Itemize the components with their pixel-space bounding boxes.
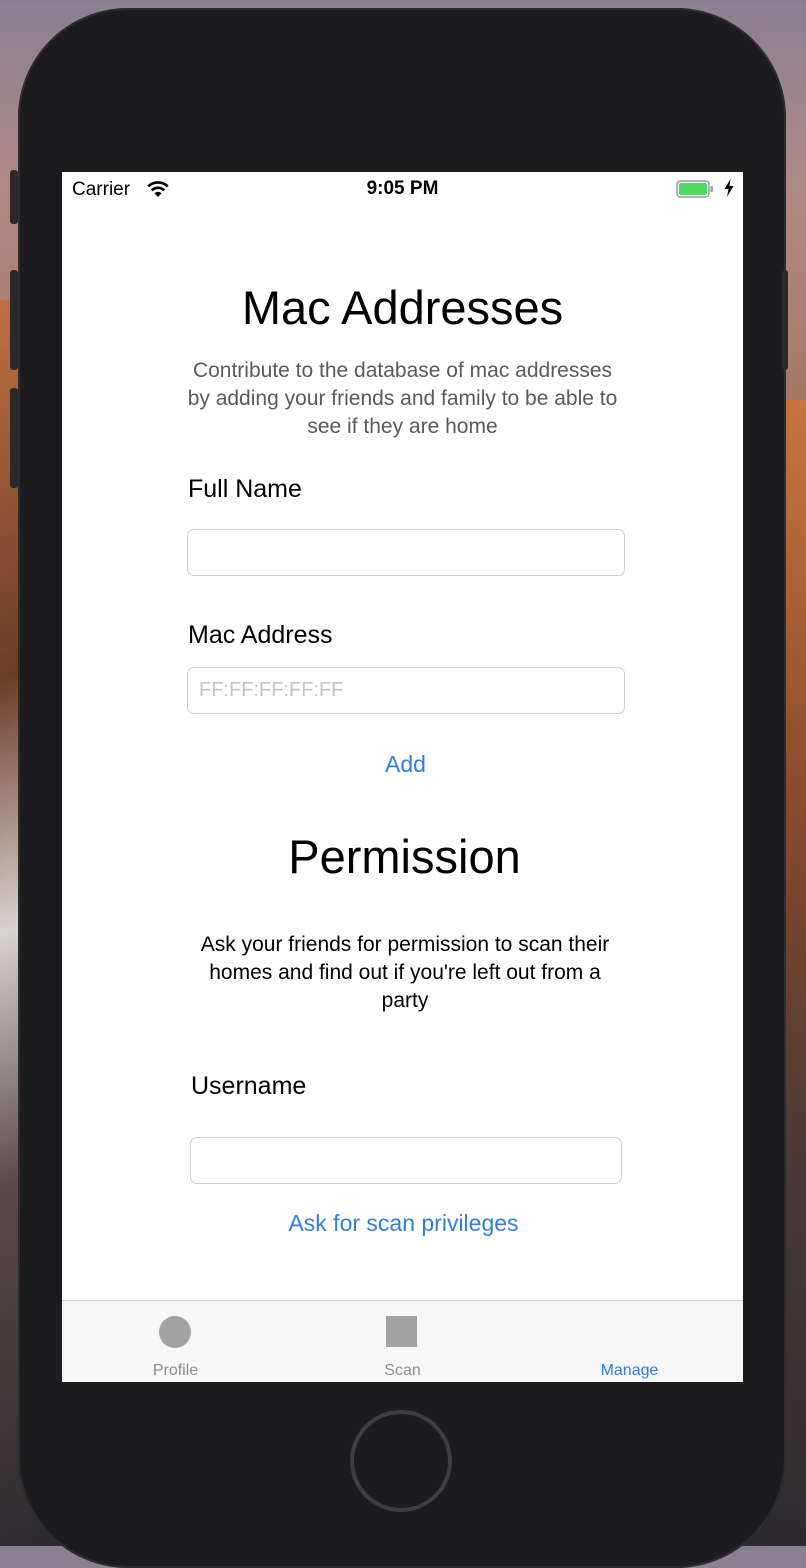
app-screen: Carrier 9:05 PM Mac Addresses Contribute…: [62, 172, 743, 1382]
mac-address-label: Mac Address: [188, 621, 333, 649]
permission-title: Permission: [288, 830, 521, 883]
tab-profile[interactable]: Profile: [62, 1301, 289, 1382]
mac-addresses-description: Contribute to the database of mac addres…: [187, 359, 618, 438]
tab-scan-label: Scan: [384, 1362, 421, 1379]
circle-icon: [159, 1316, 191, 1348]
mac-addresses-title: Mac Addresses: [241, 281, 564, 334]
volume-up-button: [10, 270, 18, 370]
square-icon: [386, 1316, 417, 1347]
status-bar: Carrier 9:05 PM: [62, 172, 743, 206]
mute-switch: [10, 170, 18, 224]
username-field[interactable]: [190, 1137, 622, 1184]
home-button[interactable]: [350, 1410, 452, 1512]
tab-scan[interactable]: Scan: [289, 1301, 516, 1382]
charging-bolt-icon: [724, 179, 734, 197]
tab-bar: Profile Scan Manage: [62, 1300, 743, 1382]
mac-address-field[interactable]: [187, 667, 625, 714]
battery-icon: [676, 180, 713, 198]
power-button: [782, 270, 788, 370]
full-name-label: Full Name: [188, 475, 302, 503]
full-name-field[interactable]: [187, 529, 625, 576]
volume-down-button: [10, 388, 18, 488]
ask-scan-privileges-button[interactable]: Ask for scan privileges: [62, 1210, 743, 1237]
username-label: Username: [191, 1072, 307, 1100]
clock: 9:05 PM: [366, 178, 439, 199]
tab-profile-label: Profile: [152, 1362, 199, 1379]
add-button[interactable]: Add: [62, 751, 743, 778]
tab-manage[interactable]: Manage: [516, 1301, 743, 1382]
permission-description: Ask your friends for permission to scan …: [200, 933, 610, 1012]
tab-manage-label: Manage: [600, 1362, 659, 1379]
